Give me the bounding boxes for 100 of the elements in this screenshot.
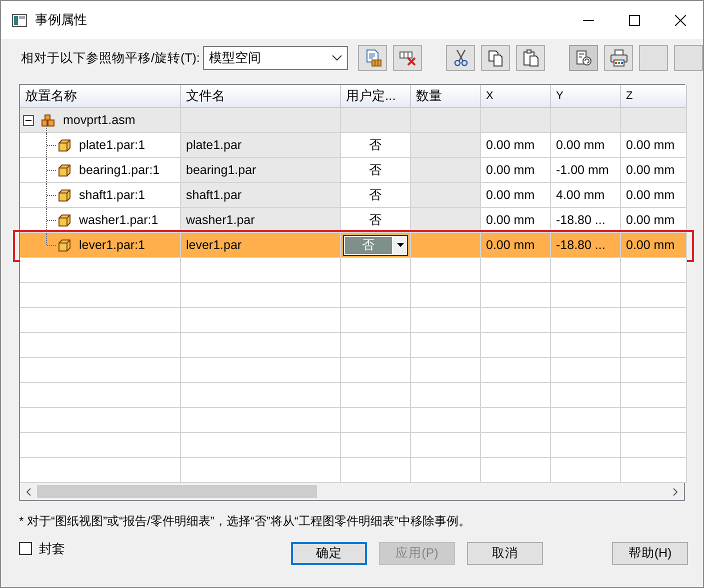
toolbar-button[interactable] xyxy=(604,45,633,71)
table-cell xyxy=(411,433,481,458)
table-row[interactable]: washer1.par:1 washer1.par 否 0.00 mm -18.80 ... 0.00 mm xyxy=(20,208,684,233)
column-header[interactable]: 文件名 xyxy=(181,85,341,108)
table-cell: 0.00 mm xyxy=(621,133,687,158)
table-cell: 0.00 mm xyxy=(481,133,551,158)
horizontal-scrollbar[interactable] xyxy=(20,483,684,500)
table-cell: 0.00 mm xyxy=(621,158,687,183)
part-icon xyxy=(58,138,71,152)
table-cell xyxy=(481,458,551,483)
table-cell xyxy=(621,283,687,308)
window-title: 事例属性 xyxy=(35,11,88,29)
table-cell xyxy=(621,433,687,458)
table-cell xyxy=(481,358,551,383)
table-cell xyxy=(551,258,621,283)
table-cell xyxy=(341,283,411,308)
table-cell: 0.00 mm xyxy=(481,233,551,258)
table-cell: 否 xyxy=(341,133,411,158)
part-name: plate1.par:1 xyxy=(79,138,146,152)
close-icon xyxy=(674,14,686,26)
table-cell: 否 xyxy=(341,208,411,233)
properties-icon xyxy=(364,49,382,67)
toolbar-button[interactable] xyxy=(393,45,422,71)
table-cell xyxy=(551,433,621,458)
toolbar-button[interactable] xyxy=(569,45,598,71)
table-cell xyxy=(481,333,551,358)
table-cell xyxy=(551,308,621,333)
table-cell xyxy=(411,133,481,158)
reference-dropdown[interactable]: 模型空间 xyxy=(202,46,348,70)
part-icon xyxy=(58,238,71,252)
assembly-icon xyxy=(41,114,55,126)
table-cell xyxy=(621,258,687,283)
table-cell xyxy=(621,308,687,333)
table-cell xyxy=(621,358,687,383)
table-cell xyxy=(411,108,481,133)
table-cell: 0.00 mm xyxy=(621,233,687,258)
table-cell xyxy=(551,283,621,308)
dialog-button[interactable]: 帮助(H) xyxy=(612,542,688,565)
table-cell: 否 xyxy=(341,158,411,183)
table-cell: washer1.par xyxy=(181,208,341,233)
toolbar-button[interactable] xyxy=(358,45,387,71)
table-cell xyxy=(341,458,411,483)
table-cell xyxy=(481,408,551,433)
table-cell xyxy=(411,333,481,358)
table-cell xyxy=(411,208,481,233)
part-icon xyxy=(58,188,71,202)
toolbar-button[interactable] xyxy=(481,45,510,71)
column-header[interactable]: Y xyxy=(551,85,621,108)
table-cell xyxy=(621,408,687,433)
table-cell xyxy=(341,258,411,283)
table-cell xyxy=(341,408,411,433)
table-cell xyxy=(551,108,621,133)
dialog-button[interactable]: 确定 xyxy=(291,542,367,565)
checkbox[interactable] xyxy=(19,542,32,555)
table-cell xyxy=(411,233,481,258)
part-name: lever1.par:1 xyxy=(79,238,146,252)
table-cell xyxy=(621,383,687,408)
table-cell xyxy=(481,383,551,408)
column-header[interactable]: Z xyxy=(621,85,687,108)
table-row[interactable]: plate1.par:1 plate1.par 否 0.00 mm 0.00 mm 0.00 mm xyxy=(20,133,684,158)
table-cell: -18.80 ... xyxy=(551,233,621,258)
paste-icon xyxy=(522,49,540,67)
table-cell: 0.00 mm xyxy=(621,183,687,208)
scroll-right-icon[interactable] xyxy=(673,488,678,496)
table-cell xyxy=(411,383,481,408)
table-cell xyxy=(411,458,481,483)
toolbar-button[interactable] xyxy=(446,45,475,71)
table-row[interactable]: shaft1.par:1 shaft1.par 否 0.00 mm 4.00 mm 0.00 mm xyxy=(20,183,684,208)
column-header[interactable]: X xyxy=(481,85,551,108)
part-name: shaft1.par:1 xyxy=(79,188,146,202)
column-header[interactable]: 放置名称 xyxy=(20,85,181,108)
window-icon xyxy=(12,14,27,26)
table-cell xyxy=(481,283,551,308)
table-cell: 0.00 mm xyxy=(621,208,687,233)
column-header[interactable]: 用户定... xyxy=(341,85,411,108)
table-cell xyxy=(621,333,687,358)
table-cell: plate1.par xyxy=(181,133,341,158)
table-cell: 0.00 mm xyxy=(551,133,621,158)
table-cell xyxy=(411,183,481,208)
table-cell: 0.00 mm xyxy=(481,183,551,208)
table-cell xyxy=(551,333,621,358)
scissors-icon xyxy=(452,49,470,67)
toolbar-button[interactable] xyxy=(516,45,545,71)
table-cell xyxy=(481,108,551,133)
printer-icon xyxy=(610,49,628,67)
table-cell xyxy=(551,358,621,383)
collapse-icon[interactable] xyxy=(23,114,34,126)
table-cell: 0.00 mm xyxy=(481,208,551,233)
table-cell: lever1.par xyxy=(181,233,341,258)
table-cell xyxy=(481,308,551,333)
column-header[interactable]: 数量 xyxy=(411,85,481,108)
table-cell xyxy=(411,308,481,333)
copy-icon xyxy=(486,49,504,67)
table-row[interactable]: bearing1.par:1 bearing1.par 否 0.00 mm -1.00 mm 0.00 mm xyxy=(20,158,684,183)
assembly-name: movprt1.asm xyxy=(63,113,136,127)
table-cell xyxy=(551,408,621,433)
dialog-button[interactable]: 取消 xyxy=(467,542,543,565)
scroll-left-icon[interactable] xyxy=(26,488,31,496)
part-name: bearing1.par:1 xyxy=(79,163,160,177)
reset-icon xyxy=(574,49,592,67)
